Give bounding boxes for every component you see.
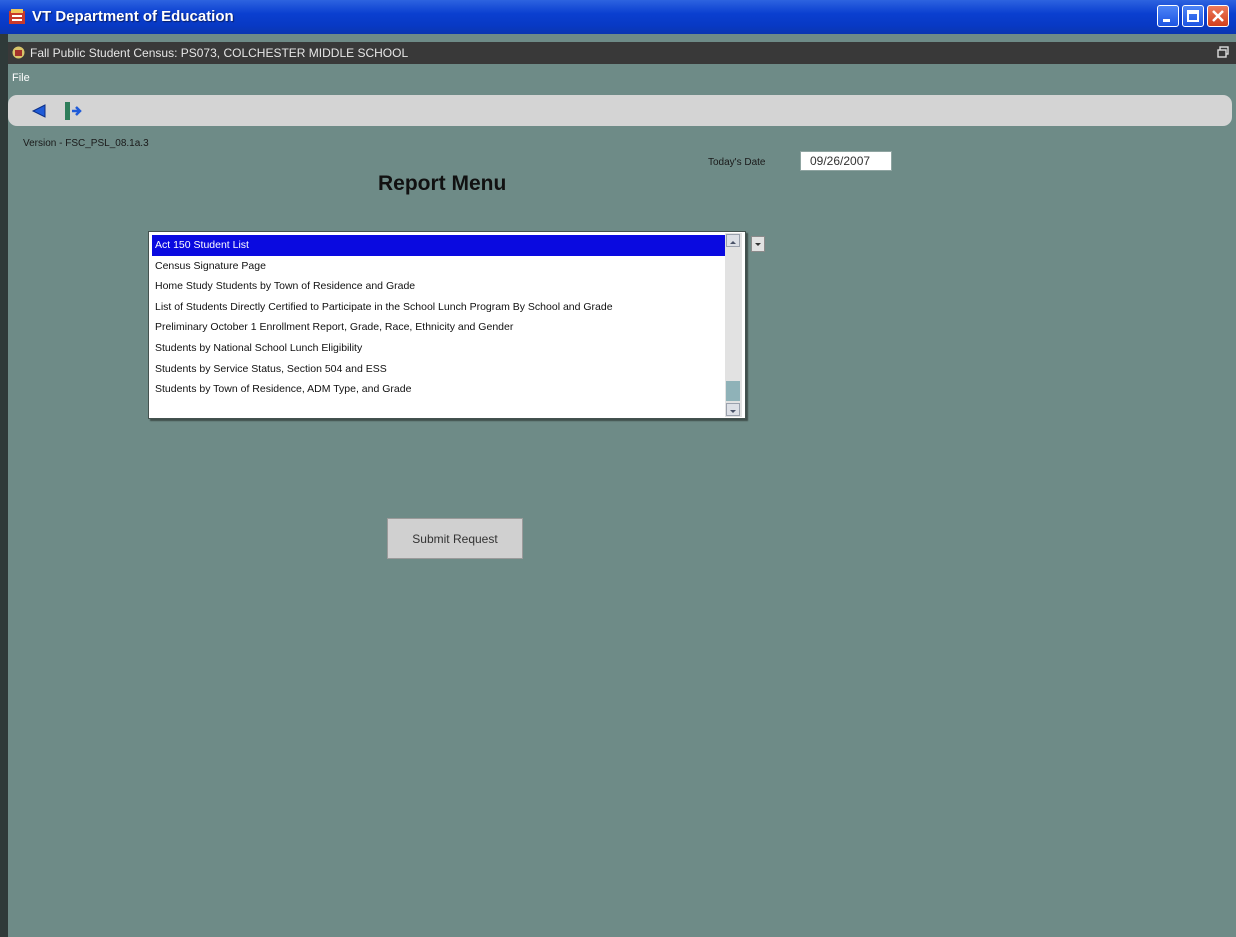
census-app-icon [12, 46, 25, 59]
toolbar [8, 95, 1232, 126]
scroll-thumb[interactable] [726, 381, 740, 401]
date-field: 09/26/2007 [800, 151, 892, 171]
report-list: Act 150 Student List Census Signature Pag… [152, 235, 725, 400]
report-list-item[interactable]: Act 150 Student List [152, 235, 725, 256]
vertical-scrollbar[interactable] [725, 233, 742, 417]
scroll-down-button[interactable] [726, 403, 740, 416]
title-bar: VT Department of Education [0, 0, 1236, 34]
page-title: Report Menu [378, 172, 507, 195]
scroll-up-button[interactable] [726, 234, 740, 247]
report-list-item[interactable]: Students by Town of Residence, ADM Type,… [152, 379, 725, 400]
menu-file[interactable]: File [12, 72, 30, 84]
report-list-item[interactable]: Home Study Students by Town of Residence… [152, 276, 725, 297]
maximize-button[interactable] [1182, 5, 1204, 27]
back-arrow-icon[interactable] [30, 102, 48, 120]
app-icon [9, 9, 25, 24]
window-left-border [0, 34, 8, 937]
date-label: Today's Date [708, 157, 766, 168]
report-list-item[interactable]: Students by National School Lunch Eligib… [152, 338, 725, 359]
arrow-up-icon [730, 241, 736, 244]
report-list-item[interactable]: Census Signature Page [152, 256, 725, 277]
close-icon [1212, 10, 1224, 22]
menu-bar: File [8, 64, 1236, 92]
report-list-item[interactable]: Students by Service Status, Section 504 … [152, 359, 725, 380]
submit-request-button[interactable]: Submit Request [387, 518, 523, 559]
restore-icon[interactable] [1216, 45, 1230, 59]
exit-door-icon[interactable] [62, 101, 84, 121]
minimize-icon [1163, 19, 1170, 22]
subwindow-title-bar: Fall Public Student Census: PS073, COLCH… [8, 42, 1236, 64]
arrow-down-icon [730, 410, 736, 413]
report-list-item[interactable]: List of Students Directly Certified to P… [152, 297, 725, 318]
subwindow-title: Fall Public Student Census: PS073, COLCH… [30, 46, 409, 60]
window-title: VT Department of Education [32, 8, 234, 25]
report-list-item[interactable]: Preliminary October 1 Enrollment Report,… [152, 317, 725, 338]
version-label: Version - FSC_PSL_08.1a.3 [23, 138, 149, 149]
list-dropdown-button[interactable] [751, 236, 765, 252]
close-button[interactable] [1207, 5, 1229, 27]
chevron-down-icon [755, 243, 761, 246]
minimize-button[interactable] [1157, 5, 1179, 27]
report-listbox[interactable]: Act 150 Student List Census Signature Pag… [148, 231, 746, 419]
maximize-icon [1187, 10, 1199, 22]
